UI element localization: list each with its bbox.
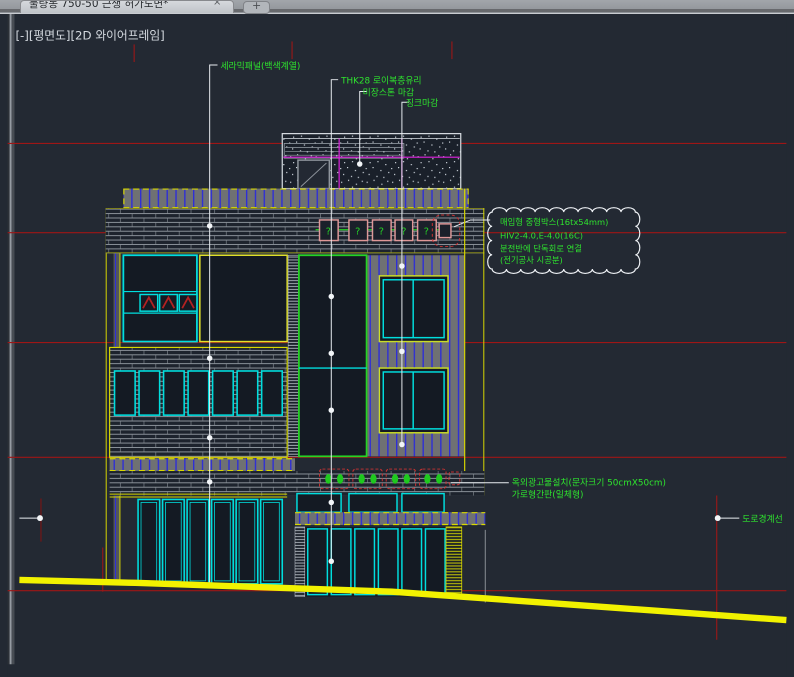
file-tab-bar: 물량동 750-50 근생 허가도면* × +	[0, 0, 794, 14]
label-signage-1: 옥외광고물설치(문자크기 50cmX50cm)	[512, 477, 666, 489]
mullion-hatch	[288, 255, 299, 456]
callout-text-1: 매입형 중형박스(16tx54mm)	[500, 217, 608, 227]
ribbon-window	[237, 371, 258, 415]
ribbon-window	[188, 371, 209, 415]
new-tab-button[interactable]: +	[243, 1, 270, 14]
transom-window	[402, 494, 444, 513]
roof-parapet-band	[123, 189, 468, 209]
box-glyph: ?	[326, 227, 331, 238]
transom-windows	[297, 494, 444, 513]
label-road-boundary: 도로경계선	[742, 513, 783, 525]
transom-window	[297, 494, 341, 513]
ribbon-window	[139, 371, 160, 415]
balcony-rail-band	[110, 458, 295, 471]
storefront-pane	[308, 529, 328, 595]
ribbon-window	[164, 371, 185, 415]
viewport-controls-label[interactable]: [-][평면도][2D 와이어프레임]	[15, 28, 164, 42]
siding-window-upper	[379, 276, 448, 342]
storefront-pane	[378, 529, 398, 595]
storefront-pane	[355, 529, 375, 595]
second-floor-left-block	[110, 347, 288, 457]
ribbon-window	[262, 371, 283, 415]
storefront-pane	[331, 529, 351, 595]
tab-close-icon[interactable]: ×	[213, 0, 221, 8]
signage-band	[110, 469, 509, 495]
corner-column-hatch	[446, 527, 462, 597]
label-glass: THK28 로이복층유리	[340, 76, 421, 87]
penthouse	[282, 134, 461, 189]
callout-text-2: HIV2-4.0,E-4.0(16C)	[500, 231, 583, 241]
label-signage-2: 가로형간판(일체형)	[512, 490, 584, 501]
ribbon-window	[115, 371, 136, 415]
model-space-canvas[interactable]: ? ? ? ? ?	[0, 13, 794, 677]
callout-text-3: 분전반에 단독회로 연결	[500, 243, 582, 253]
storefront-pane	[402, 529, 422, 595]
drawing-file-tab-title: 물량동 750-50 근생 허가도면*	[29, 0, 168, 11]
cad-application-window: 물량동 750-50 근생 허가도면* × +	[0, 0, 794, 677]
transom-window	[349, 494, 397, 513]
storefront-pane	[425, 529, 445, 595]
ribbon-window	[213, 371, 234, 415]
drawing-file-tab[interactable]: 물량동 750-50 근생 허가도면* ×	[20, 0, 234, 13]
callout-text-4: (전기공사 시공분)	[500, 255, 563, 265]
curtain-wall-window	[299, 255, 367, 456]
label-ceramic-panel: 세라믹패널(백색계열)	[220, 60, 300, 72]
label-zinc-finish: 징크마감	[406, 97, 438, 109]
box-glyph: ?	[355, 227, 360, 238]
building-elevation: ? ? ? ? ?	[106, 134, 509, 603]
box-glyph: ?	[424, 227, 429, 238]
label-stone-finish: 미장스톤 마감	[363, 86, 414, 98]
box-glyph: ?	[379, 227, 384, 238]
siding-window-lower	[379, 368, 448, 433]
electrical-box-small	[439, 224, 451, 238]
left-window-edge	[8, 13, 15, 664]
canopy-band	[295, 512, 485, 525]
elevation-drawing[interactable]: ? ? ? ? ?	[0, 13, 794, 677]
plus-icon: +	[252, 1, 261, 12]
window-mid-unit	[200, 255, 287, 341]
